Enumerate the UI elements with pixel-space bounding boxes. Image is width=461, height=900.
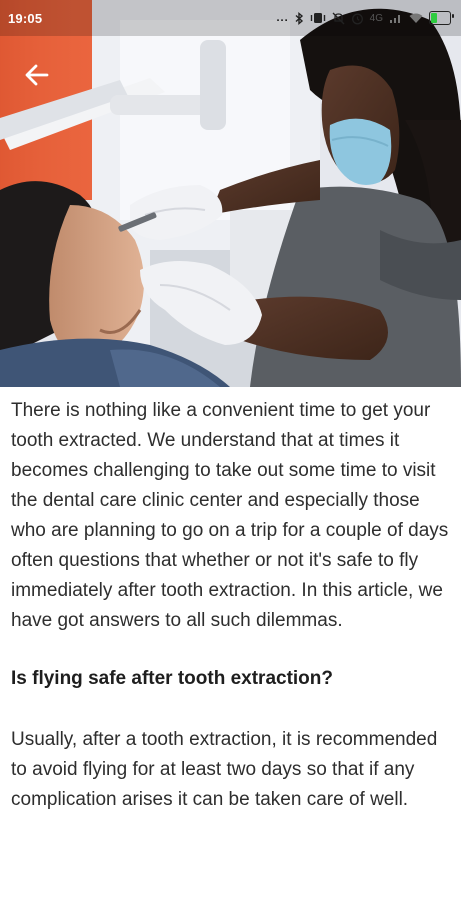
- status-bar: 19:05 ... 4G: [0, 0, 461, 36]
- article-heading: Is flying safe after tooth extraction?: [11, 668, 333, 689]
- status-time: 19:05: [8, 10, 43, 26]
- arrow-left-icon: [25, 64, 49, 86]
- alarm-icon: [351, 11, 364, 25]
- hero-image: [0, 0, 461, 387]
- wifi-icon: [409, 11, 423, 25]
- article-intro: There is nothing like a convenient time …: [11, 400, 449, 631]
- bluetooth-icon: [295, 11, 304, 25]
- network-type: 4G: [369, 12, 383, 24]
- status-icons: ... 4G: [276, 11, 454, 25]
- signal-icon: [389, 11, 403, 25]
- article-body: There is nothing like a convenient time …: [11, 396, 451, 815]
- overflow-dots: ...: [276, 12, 289, 24]
- mute-icon: [332, 11, 345, 25]
- battery-icon: [429, 11, 454, 25]
- vibrate-icon: [310, 11, 326, 25]
- article-paragraph: Usually, after a tooth extraction, it is…: [11, 729, 438, 810]
- back-button[interactable]: [20, 58, 54, 92]
